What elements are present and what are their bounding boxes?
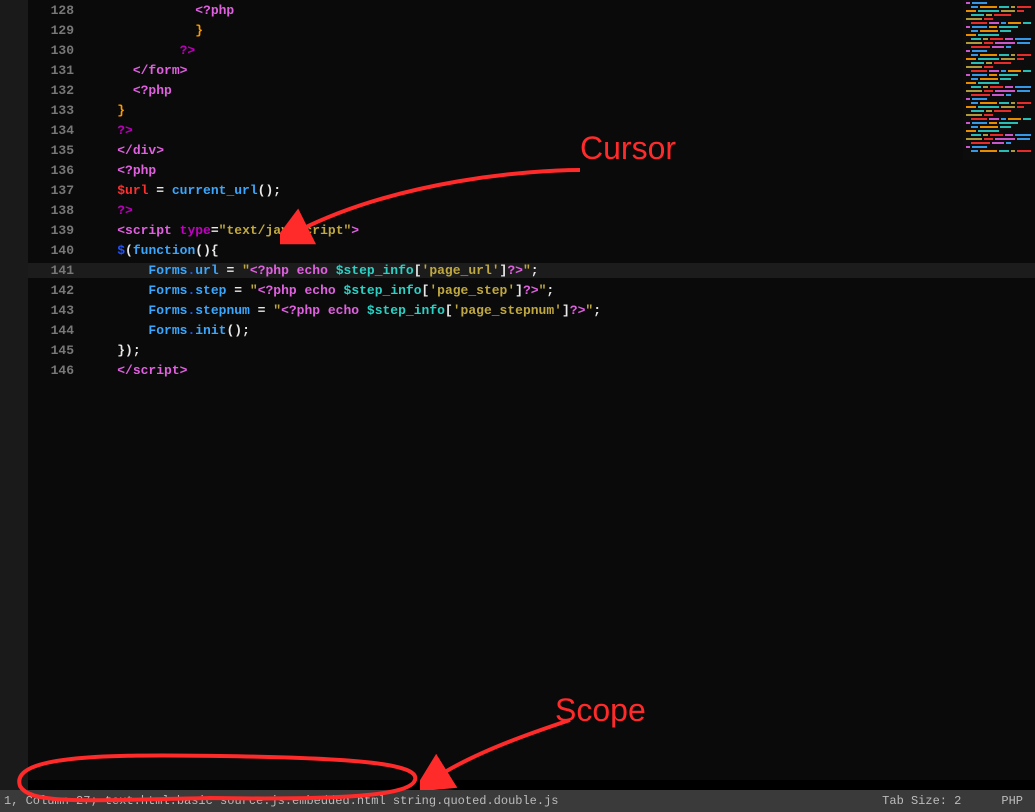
code-line[interactable]: 134 ?> (28, 120, 1035, 140)
line-code[interactable]: } (86, 23, 1035, 38)
code-line[interactable]: 130 ?> (28, 40, 1035, 60)
line-number: 131 (28, 63, 86, 78)
status-tab-size[interactable]: Tab Size: 2 (882, 794, 961, 808)
line-code[interactable]: <?php (86, 163, 1035, 178)
code-line[interactable]: 139 <script type="text/javascript"> (28, 220, 1035, 240)
line-code[interactable]: ?> (86, 123, 1035, 138)
line-code[interactable]: <?php (86, 83, 1035, 98)
line-code[interactable]: Forms.step = "<?php echo $step_info['pag… (86, 283, 1035, 298)
line-code[interactable]: Forms.stepnum = "<?php echo $step_info['… (86, 303, 1035, 318)
code-line[interactable]: 146 </script> (28, 360, 1035, 380)
line-number: 132 (28, 83, 86, 98)
line-number: 129 (28, 23, 86, 38)
code-line[interactable]: 135 </div> (28, 140, 1035, 160)
left-gutter (0, 0, 28, 812)
line-number: 135 (28, 143, 86, 158)
line-number: 139 (28, 223, 86, 238)
line-code[interactable]: } (86, 103, 1035, 118)
line-number: 138 (28, 203, 86, 218)
line-number: 143 (28, 303, 86, 318)
status-language[interactable]: PHP (1001, 794, 1023, 808)
line-code[interactable]: </div> (86, 143, 1035, 158)
status-left[interactable]: 1, Column 27; text.html.basic source.js.… (4, 794, 559, 808)
code-editor[interactable]: 128 <?php129 }130 ?>131 </form>132 <?php… (28, 0, 1035, 780)
code-line[interactable]: 132 <?php (28, 80, 1035, 100)
line-code[interactable]: <?php (86, 3, 1035, 18)
line-code[interactable]: ?> (86, 203, 1035, 218)
code-line[interactable]: 141 Forms.url = "<?php echo $step_info['… (28, 260, 1035, 280)
line-code[interactable]: $(function(){ (86, 243, 1035, 258)
line-number: 145 (28, 343, 86, 358)
line-number: 136 (28, 163, 86, 178)
line-number: 142 (28, 283, 86, 298)
line-code[interactable]: </script> (86, 363, 1035, 378)
code-line[interactable]: 145 }); (28, 340, 1035, 360)
code-line[interactable]: 143 Forms.stepnum = "<?php echo $step_in… (28, 300, 1035, 320)
code-line[interactable]: 144 Forms.init(); (28, 320, 1035, 340)
line-number: 130 (28, 43, 86, 58)
code-line[interactable]: 136 <?php (28, 160, 1035, 180)
code-line[interactable]: 131 </form> (28, 60, 1035, 80)
code-line[interactable]: 137 $url = current_url(); (28, 180, 1035, 200)
code-line[interactable]: 140 $(function(){ (28, 240, 1035, 260)
line-code[interactable]: $url = current_url(); (86, 183, 1035, 198)
line-code[interactable]: }); (86, 343, 1035, 358)
code-line[interactable]: 128 <?php (28, 0, 1035, 20)
line-code[interactable]: Forms.url = "<?php echo $step_info['page… (86, 263, 1035, 278)
line-number: 141 (28, 263, 86, 278)
minimap[interactable] (963, 0, 1035, 160)
line-code[interactable]: Forms.init(); (86, 323, 1035, 338)
line-code[interactable]: </form> (86, 63, 1035, 78)
line-number: 133 (28, 103, 86, 118)
line-code[interactable]: <script type="text/javascript"> (86, 223, 1035, 238)
code-line[interactable]: 142 Forms.step = "<?php echo $step_info[… (28, 280, 1035, 300)
line-number: 146 (28, 363, 86, 378)
code-line[interactable]: 138 ?> (28, 200, 1035, 220)
code-line[interactable]: 129 } (28, 20, 1035, 40)
line-number: 128 (28, 3, 86, 18)
line-number: 140 (28, 243, 86, 258)
line-number: 137 (28, 183, 86, 198)
line-number: 144 (28, 323, 86, 338)
code-line[interactable]: 133 } (28, 100, 1035, 120)
line-code[interactable]: ?> (86, 43, 1035, 58)
status-bar: 1, Column 27; text.html.basic source.js.… (0, 790, 1035, 812)
line-number: 134 (28, 123, 86, 138)
